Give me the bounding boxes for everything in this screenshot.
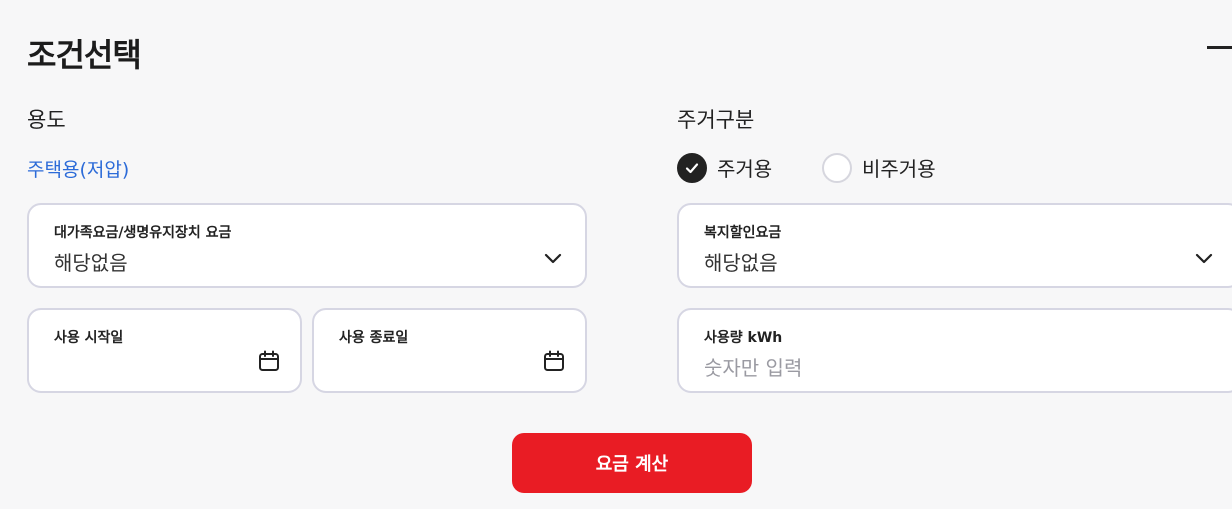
large-family-select[interactable]: 대가족요금/생명유지장치 요금 해당없음 [27, 203, 587, 288]
end-date-field[interactable]: 사용 종료일 [312, 308, 587, 393]
welfare-caption: 복지할인요금 [704, 225, 782, 241]
chevron-down-icon [1195, 253, 1213, 264]
radio-residential[interactable]: 주거용 [677, 152, 772, 183]
large-family-value: 해당없음 [54, 251, 128, 275]
end-date-caption: 사용 종료일 [339, 330, 409, 346]
large-family-caption: 대가족요금/생명유지장치 요금 [54, 225, 232, 241]
chevron-down-icon [544, 253, 562, 264]
usage-kwh-caption: 사용량 kWh [704, 330, 783, 346]
radio-empty-icon [822, 152, 852, 183]
welfare-value: 해당없음 [704, 251, 778, 275]
radio-residential-label: 주거용 [717, 157, 773, 181]
calendar-icon[interactable] [543, 350, 565, 372]
usage-label: 용도 [27, 108, 66, 132]
radio-non-residential[interactable]: 비주거용 [822, 152, 936, 183]
page-title: 조건선택 [27, 36, 142, 74]
welfare-select[interactable]: 복지할인요금 해당없음 [677, 203, 1232, 288]
usage-selected-link[interactable]: 주택용(저압) [27, 155, 129, 182]
collapse-icon[interactable] [1207, 46, 1232, 49]
start-date-field[interactable]: 사용 시작일 [27, 308, 302, 393]
residence-label: 주거구분 [677, 108, 755, 132]
usage-kwh-field[interactable]: 사용량 kWh 숫자만 입력 [677, 308, 1232, 393]
calendar-icon[interactable] [258, 350, 280, 372]
start-date-caption: 사용 시작일 [54, 330, 124, 346]
calculate-button[interactable]: 요금 계산 [512, 433, 752, 493]
radio-non-residential-label: 비주거용 [862, 157, 936, 181]
usage-kwh-input[interactable]: 숫자만 입력 [704, 352, 802, 381]
check-icon [677, 152, 707, 183]
